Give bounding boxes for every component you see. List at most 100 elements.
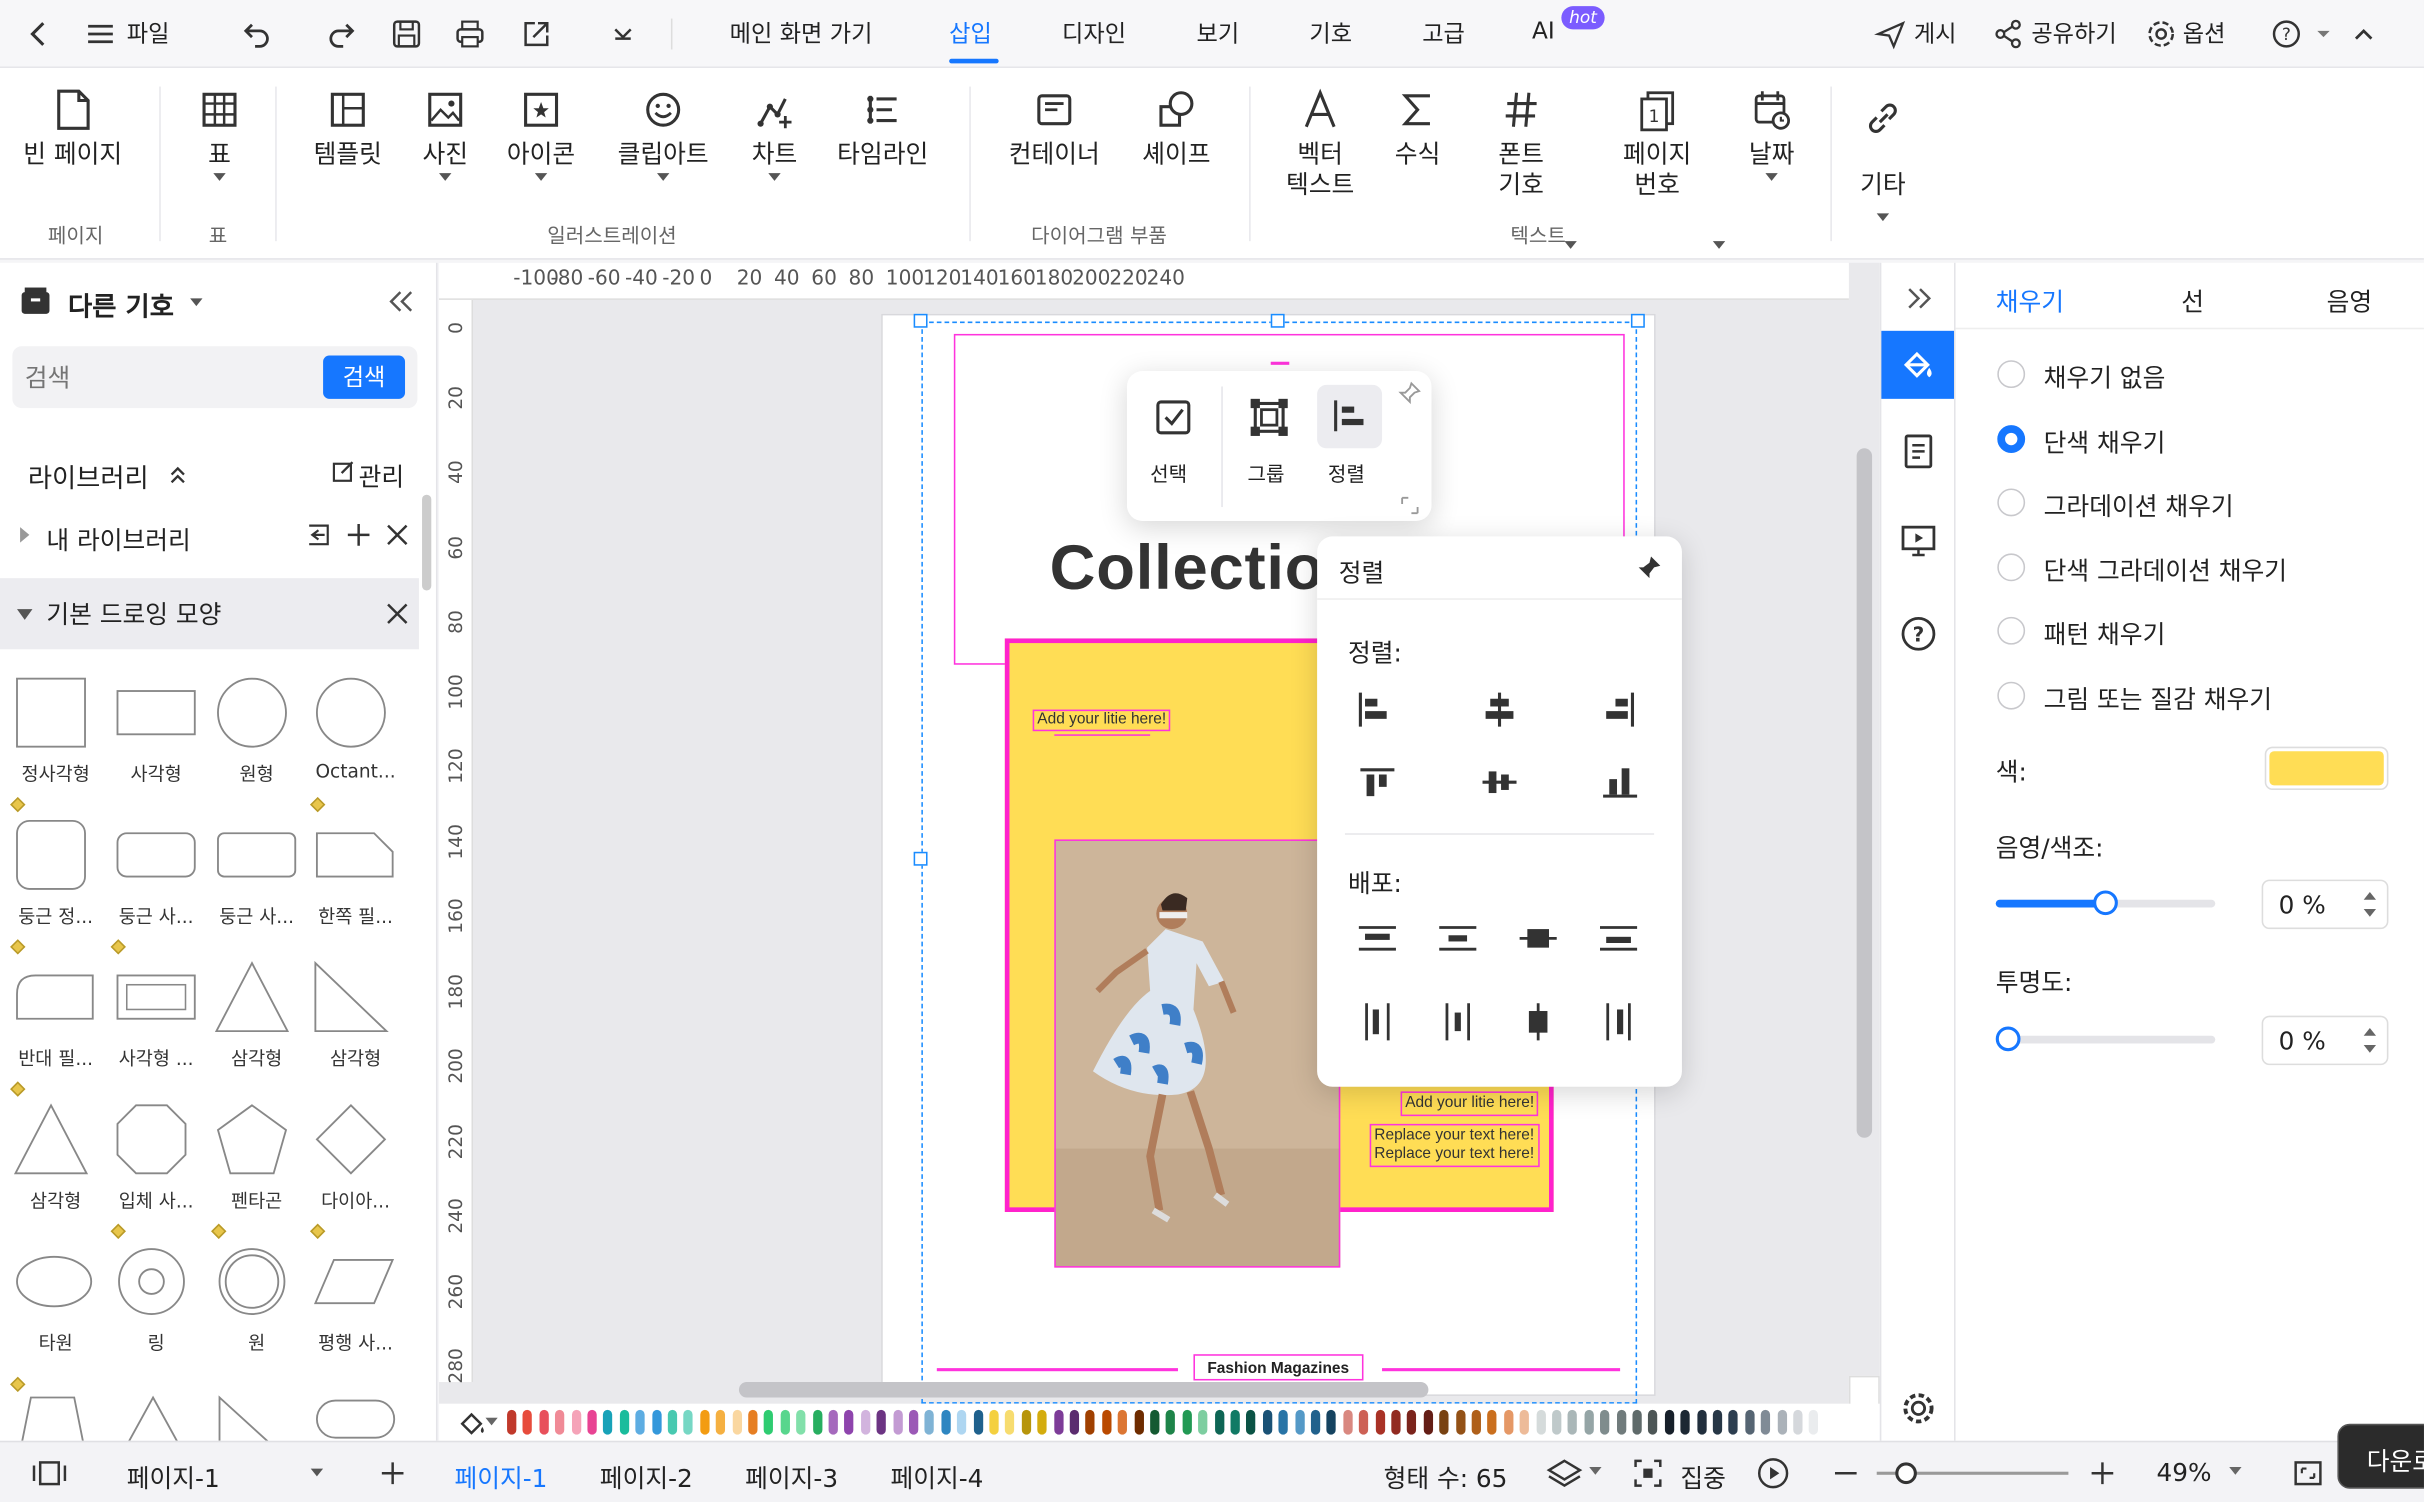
color-swatch[interactable] (892, 1409, 903, 1435)
distribute-left-icon[interactable] (1356, 1000, 1399, 1043)
blank-page-button[interactable]: 빈 페이지 (15, 87, 129, 170)
undo-icon[interactable] (240, 17, 274, 51)
tab-line[interactable]: 선 (2181, 281, 2204, 318)
file-menu[interactable]: 파일 (127, 17, 170, 49)
fill-option-radio[interactable] (1997, 360, 2026, 389)
date-button[interactable]: 날짜 (1741, 87, 1803, 181)
tab-advanced[interactable]: 고급 (1422, 17, 1465, 49)
shape-item[interactable]: 둥근 사... (107, 816, 206, 929)
publish-button[interactable]: 게시 (1914, 17, 1957, 49)
shape-item[interactable]: 삼각형 (207, 958, 306, 1071)
color-swatch[interactable] (764, 1409, 774, 1435)
library-heading[interactable]: 라이브러리 (28, 456, 149, 495)
color-swatch[interactable] (1359, 1409, 1369, 1435)
color-swatch[interactable] (1809, 1409, 1819, 1435)
fill-option-radio[interactable] (1997, 680, 2026, 709)
color-swatch[interactable] (1793, 1409, 1803, 1435)
color-swatch[interactable] (1198, 1409, 1208, 1435)
color-swatch[interactable] (1005, 1409, 1015, 1435)
close-icon[interactable] (385, 523, 410, 548)
gear-icon[interactable] (2144, 17, 2178, 51)
group-button[interactable]: 그룹 (1248, 458, 1285, 487)
color-swatch[interactable] (1616, 1409, 1626, 1435)
my-library[interactable]: 내 라이브러리 (46, 519, 190, 556)
fill-option-label[interactable]: 채우기 없음 (2044, 357, 2166, 394)
panel-title[interactable]: 다른 기호 (68, 284, 174, 323)
resize-handle[interactable] (1270, 313, 1285, 328)
distribute-vertical-center-icon[interactable] (1517, 917, 1560, 960)
shape-item[interactable]: 둥근 사... (207, 816, 306, 929)
color-swatch[interactable] (1166, 1409, 1176, 1435)
tab-shadow[interactable]: 음영 (2327, 281, 2373, 318)
close-icon[interactable] (385, 601, 410, 626)
tab-home[interactable]: 메인 화면 가기 (730, 17, 873, 49)
shape-item[interactable]: 원형 (207, 674, 306, 787)
color-swatch[interactable] (860, 1409, 871, 1435)
color-swatch[interactable] (925, 1409, 935, 1435)
caret-right-icon[interactable] (15, 526, 34, 545)
color-swatch[interactable] (1680, 1409, 1690, 1435)
shape-item[interactable]: 사각형 ... (107, 958, 206, 1071)
shape-item[interactable]: 정사각형 (6, 674, 105, 787)
redo-icon[interactable] (325, 17, 359, 51)
color-swatch[interactable] (571, 1409, 581, 1435)
print-icon[interactable] (453, 17, 487, 51)
color-swatch[interactable] (844, 1409, 854, 1435)
color-swatch[interactable] (1150, 1409, 1160, 1435)
collapse-ribbon-icon[interactable] (2347, 17, 2381, 51)
align-bottom-icon[interactable] (1598, 761, 1641, 804)
color-swatch[interactable] (1552, 1409, 1562, 1435)
download-tooltip[interactable]: 다운로 (2337, 1423, 2424, 1489)
layers-icon[interactable] (1546, 1456, 1583, 1490)
export-icon[interactable] (519, 17, 553, 51)
back-icon[interactable] (22, 17, 56, 51)
color-swatch[interactable] (1568, 1409, 1578, 1435)
resize-handle[interactable] (1630, 313, 1645, 328)
scrollbar[interactable] (422, 494, 432, 591)
fill-option-label[interactable]: 패턴 채우기 (2044, 614, 2166, 651)
photo-button[interactable]: 사진 (414, 87, 476, 181)
color-swatch[interactable] (1343, 1409, 1353, 1435)
shape-item[interactable]: 평행 사... (306, 1243, 405, 1356)
distribute-middle-icon[interactable] (1436, 917, 1479, 960)
color-swatch[interactable] (876, 1409, 887, 1435)
clipart-button[interactable]: 클립아트 (609, 87, 717, 181)
distribute-top-icon[interactable] (1356, 917, 1399, 960)
color-swatch[interactable] (1085, 1409, 1096, 1435)
shape-item[interactable]: 한쪽 필... (306, 816, 405, 929)
shade-value-field[interactable]: 0 % (2261, 879, 2389, 930)
color-swatch[interactable] (732, 1409, 742, 1435)
color-swatch[interactable] (1391, 1409, 1401, 1435)
publish-icon[interactable] (1874, 17, 1908, 51)
shape-item[interactable]: 타원 (6, 1243, 105, 1356)
color-swatch[interactable] (1455, 1409, 1465, 1435)
shape-item[interactable]: 반대 필... (6, 958, 105, 1071)
shape-item[interactable] (306, 1385, 405, 1441)
shape-item[interactable]: 사각형 (107, 674, 206, 787)
align-right-icon[interactable] (1598, 688, 1641, 731)
tab-ai[interactable]: AI (1532, 17, 1555, 45)
page-tab-2[interactable]: 페이지-2 (600, 1458, 693, 1495)
shape-button[interactable]: 셰이프 (1135, 87, 1218, 170)
color-swatch[interactable] (973, 1409, 983, 1435)
color-swatch[interactable] (1278, 1409, 1289, 1435)
shape-item[interactable]: Octant... (306, 674, 405, 782)
shape-item[interactable]: 입체 사... (107, 1101, 206, 1214)
tab-view[interactable]: 보기 (1197, 17, 1240, 49)
color-swatch[interactable] (587, 1409, 597, 1435)
transparency-slider-thumb[interactable] (1995, 1026, 2021, 1052)
menu-icon[interactable] (83, 17, 117, 51)
color-swatch[interactable] (1230, 1409, 1240, 1435)
color-swatch[interactable] (957, 1409, 967, 1435)
shape-item[interactable]: 원 (207, 1243, 306, 1356)
color-swatch[interactable] (796, 1409, 806, 1435)
stepper-icon[interactable] (2362, 887, 2377, 921)
card-title-text[interactable]: Add your litie here! (1032, 709, 1171, 732)
color-swatch[interactable] (1535, 1409, 1546, 1435)
share-button[interactable]: 공유하기 (2031, 17, 2116, 49)
card-subtitle-text[interactable]: Add your litie here! (1400, 1091, 1539, 1117)
fill-bucket-icon[interactable] (458, 1408, 489, 1436)
play-icon[interactable] (1756, 1456, 1790, 1490)
color-swatch[interactable] (1117, 1409, 1128, 1435)
more-chevron-icon[interactable] (606, 17, 640, 51)
